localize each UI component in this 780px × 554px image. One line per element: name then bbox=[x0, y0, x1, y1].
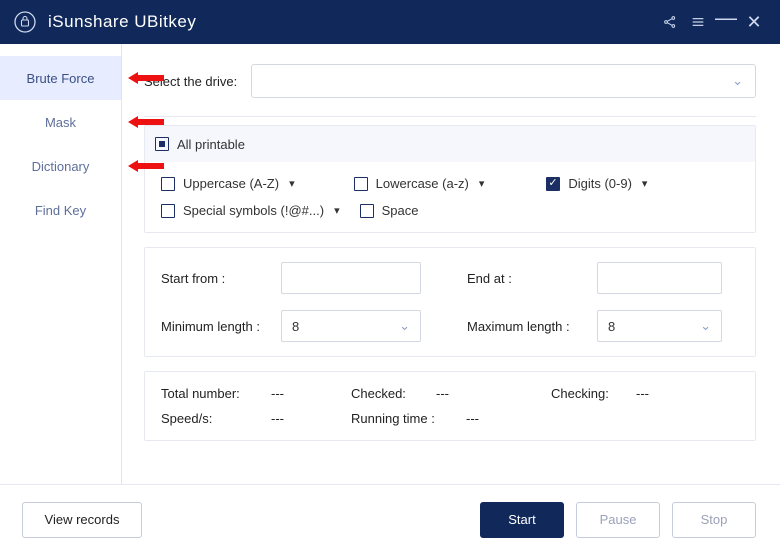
chevron-down-icon: ⌄ bbox=[700, 318, 711, 334]
max-length-label: Maximum length : bbox=[467, 319, 597, 334]
checked-label: Checked: bbox=[351, 386, 426, 401]
special-checkbox[interactable] bbox=[161, 204, 175, 218]
close-icon[interactable]: ✕ bbox=[740, 8, 768, 36]
sidebar-item-label: Brute Force bbox=[27, 71, 95, 86]
start-button[interactable]: Start bbox=[480, 502, 564, 538]
all-printable-checkbox[interactable] bbox=[155, 137, 169, 151]
footer: View records Start Pause Stop bbox=[0, 484, 780, 554]
drive-select[interactable]: ⌄ bbox=[251, 64, 756, 98]
pause-button[interactable]: Pause bbox=[576, 502, 660, 538]
min-length-select[interactable]: 8⌄ bbox=[281, 310, 421, 342]
stats-panel: Total number: --- Checked: --- Checking: --… bbox=[144, 371, 756, 441]
digits-label: Digits (0-9) bbox=[568, 176, 632, 191]
limits-panel: Start from : End at : Minimum length : 8… bbox=[144, 247, 756, 357]
speed-label: Speed/s: bbox=[161, 411, 261, 426]
start-from-input[interactable] bbox=[281, 262, 421, 294]
chevron-down-icon[interactable]: ▾ bbox=[334, 204, 340, 217]
min-length-label: Minimum length : bbox=[161, 319, 281, 334]
sidebar-item-label: Find Key bbox=[35, 203, 86, 218]
sidebar: Brute Force Mask Dictionary Find Key bbox=[0, 44, 122, 484]
space-checkbox[interactable] bbox=[360, 204, 374, 218]
menu-icon[interactable] bbox=[684, 8, 712, 36]
lowercase-label: Lowercase (a-z) bbox=[376, 176, 469, 191]
space-label: Space bbox=[382, 203, 419, 218]
drive-label: Select the drive: bbox=[144, 74, 237, 89]
chevron-down-icon: ⌄ bbox=[399, 318, 410, 334]
total-value: --- bbox=[271, 386, 311, 401]
uppercase-label: Uppercase (A-Z) bbox=[183, 176, 279, 191]
app-logo-icon bbox=[12, 9, 38, 35]
app-title: iSunshare UBitkey bbox=[48, 12, 656, 32]
end-at-input[interactable] bbox=[597, 262, 722, 294]
uppercase-checkbox[interactable] bbox=[161, 177, 175, 191]
runtime-label: Running time : bbox=[351, 411, 456, 426]
titlebar: iSunshare UBitkey — ✕ bbox=[0, 0, 780, 44]
total-label: Total number: bbox=[161, 386, 261, 401]
minimize-icon[interactable]: — bbox=[712, 8, 740, 36]
divider bbox=[144, 116, 756, 117]
view-records-button[interactable]: View records bbox=[22, 502, 142, 538]
start-from-label: Start from : bbox=[161, 271, 281, 286]
lowercase-checkbox[interactable] bbox=[354, 177, 368, 191]
chevron-down-icon[interactable]: ▾ bbox=[642, 177, 648, 190]
speed-value: --- bbox=[271, 411, 311, 426]
checking-value: --- bbox=[636, 386, 676, 401]
checked-value: --- bbox=[436, 386, 476, 401]
checking-label: Checking: bbox=[551, 386, 626, 401]
stop-button[interactable]: Stop bbox=[672, 502, 756, 538]
sidebar-item-mask[interactable]: Mask bbox=[0, 100, 121, 144]
chevron-down-icon: ⌄ bbox=[732, 73, 743, 89]
digits-checkbox[interactable] bbox=[546, 177, 560, 191]
runtime-value: --- bbox=[466, 411, 506, 426]
end-at-label: End at : bbox=[467, 271, 597, 286]
content: Select the drive: ⌄ All printable Upperc… bbox=[122, 44, 780, 484]
sidebar-item-dictionary[interactable]: Dictionary bbox=[0, 144, 121, 188]
sidebar-item-brute-force[interactable]: Brute Force bbox=[0, 56, 121, 100]
max-length-select[interactable]: 8⌄ bbox=[597, 310, 722, 342]
chevron-down-icon[interactable]: ▾ bbox=[289, 177, 295, 190]
all-printable-label: All printable bbox=[177, 137, 245, 152]
chevron-down-icon[interactable]: ▾ bbox=[479, 177, 485, 190]
special-label: Special symbols (!@#...) bbox=[183, 203, 324, 218]
share-icon[interactable] bbox=[656, 8, 684, 36]
sidebar-item-find-key[interactable]: Find Key bbox=[0, 188, 121, 232]
charset-panel: All printable Uppercase (A-Z) ▾ Lowercas… bbox=[144, 125, 756, 233]
sidebar-item-label: Dictionary bbox=[32, 159, 90, 174]
sidebar-item-label: Mask bbox=[45, 115, 76, 130]
